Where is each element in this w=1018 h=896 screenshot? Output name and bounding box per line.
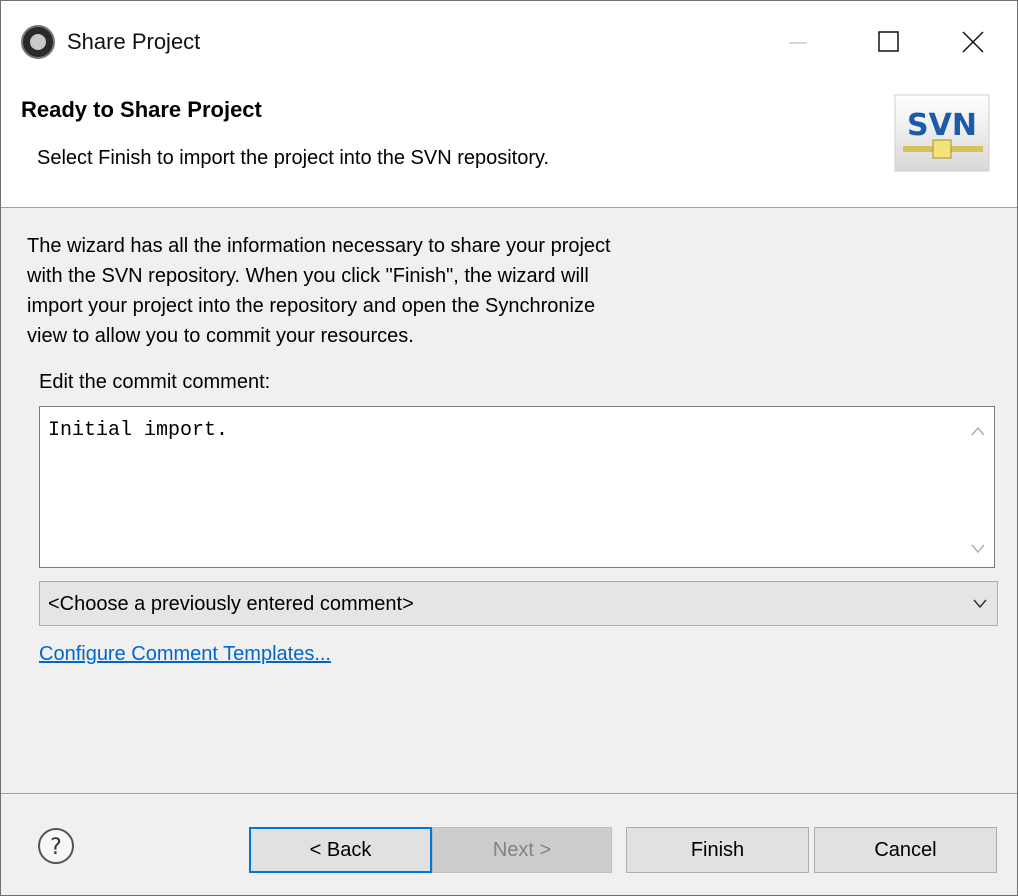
chevron-down-icon[interactable] — [972, 598, 988, 610]
title-bar: Share Project — [1, 1, 1017, 85]
wizard-info-text: The wizard has all the information neces… — [27, 231, 787, 351]
commit-comment-textarea[interactable]: Initial import. — [39, 406, 995, 568]
previous-comment-dropdown[interactable]: <Choose a previously entered comment> — [39, 581, 998, 626]
cancel-button[interactable]: Cancel — [814, 827, 997, 873]
maximize-icon — [878, 31, 899, 52]
close-icon — [962, 31, 984, 53]
info-line: with the SVN repository. When you click … — [27, 265, 589, 287]
finish-button[interactable]: Finish — [626, 827, 809, 873]
close-button[interactable] — [927, 1, 1017, 85]
dropdown-selected-value: <Choose a previously entered comment> — [48, 593, 414, 615]
commit-comment-label: Edit the commit comment: — [39, 371, 271, 393]
scroll-up-icon[interactable] — [970, 425, 986, 437]
help-icon[interactable]: ? — [37, 827, 75, 865]
minimize-icon — [789, 42, 807, 44]
eclipse-app-icon — [21, 25, 55, 59]
info-line: import your project into the repository … — [27, 295, 596, 317]
share-project-dialog: Share Project Ready to Share Project Sel… — [0, 0, 1018, 896]
info-line: The wizard has all the information neces… — [27, 235, 611, 257]
back-button[interactable]: < Back — [249, 827, 432, 873]
next-button[interactable]: Next > — [432, 827, 612, 873]
svn-logo-icon: SVN — [894, 94, 990, 172]
button-bar-separator — [1, 793, 1017, 794]
scroll-down-icon[interactable] — [970, 543, 986, 555]
page-title: Ready to Share Project — [21, 97, 262, 122]
window-title: Share Project — [67, 29, 201, 54]
commit-comment-value[interactable]: Initial import. — [48, 419, 228, 442]
page-description: Select Finish to import the project into… — [37, 147, 550, 169]
info-line: view to allow you to commit your resourc… — [27, 325, 414, 347]
maximize-button[interactable] — [843, 1, 933, 85]
wizard-header: Ready to Share Project Select Finish to … — [1, 85, 1017, 208]
svg-text:?: ? — [50, 835, 62, 860]
svg-text:SVN: SVN — [907, 108, 977, 143]
minimize-button[interactable] — [753, 1, 843, 85]
configure-comment-templates-link[interactable]: Configure Comment Templates... — [39, 643, 331, 666]
